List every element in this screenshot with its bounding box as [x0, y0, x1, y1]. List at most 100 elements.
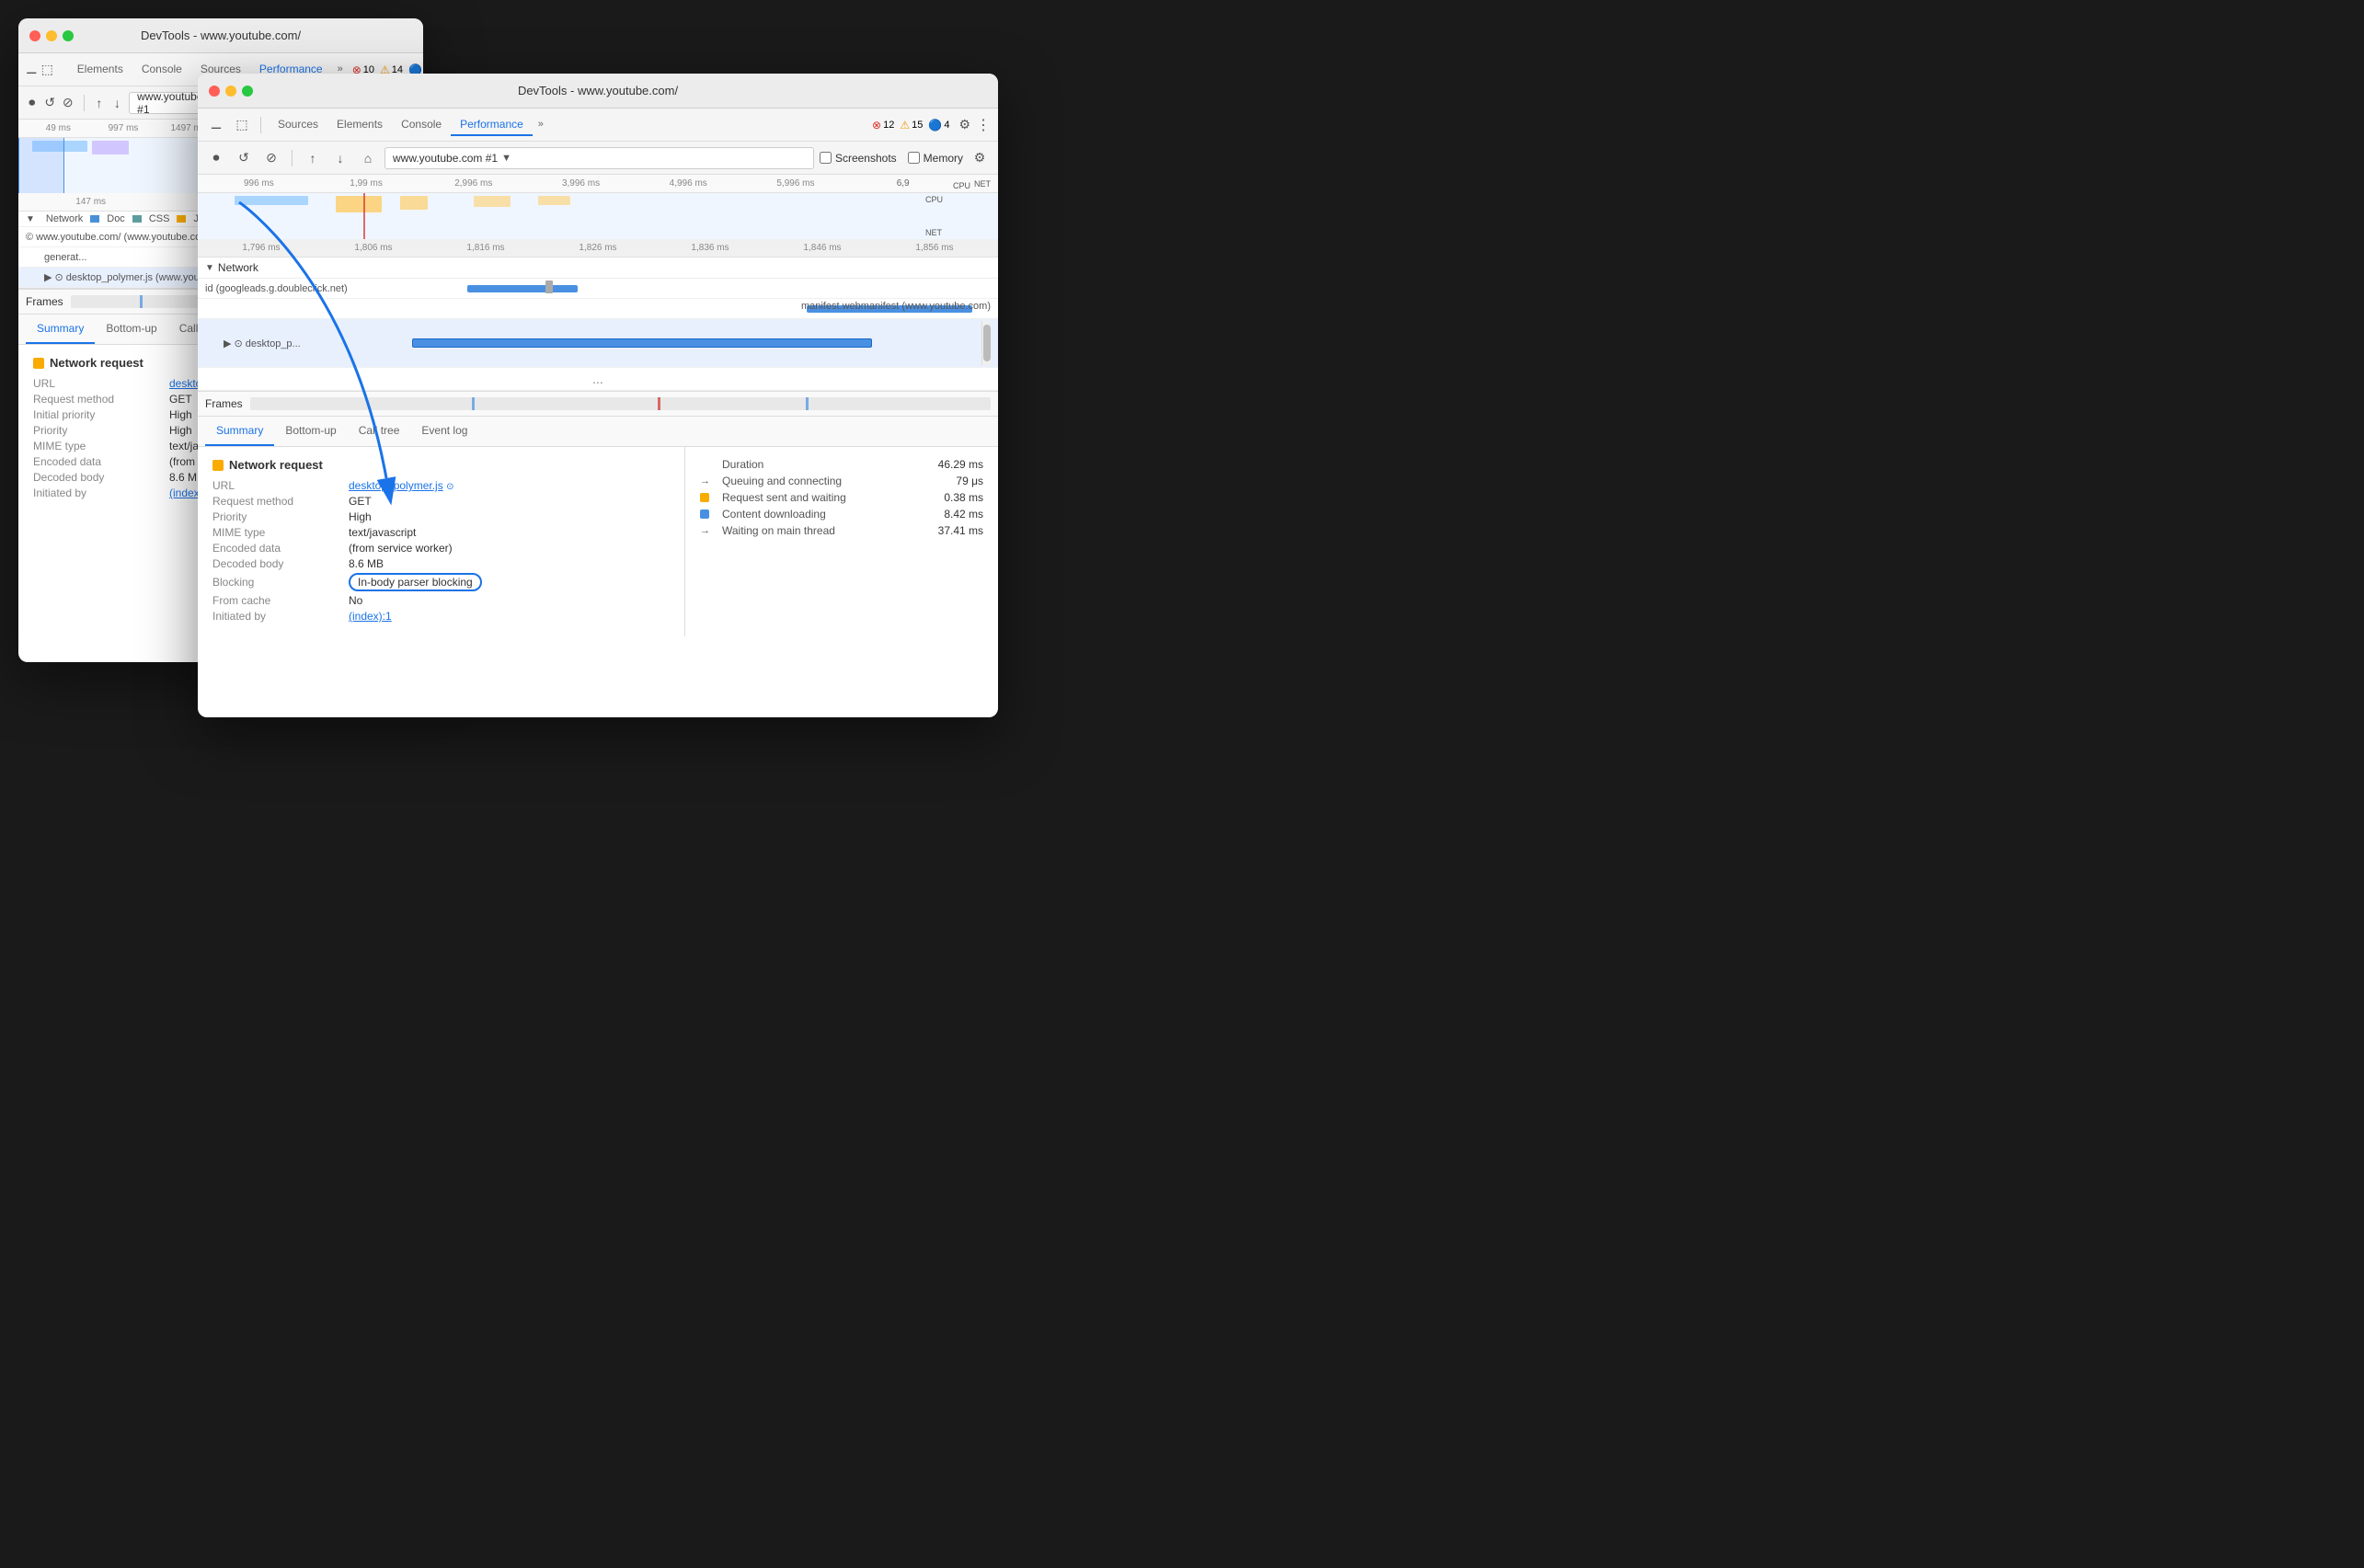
scroll-indicator — [981, 321, 991, 365]
dur-row-content: Content downloading 8.42 ms — [700, 508, 983, 521]
detail-columns: Network request URL desktop_polymer.js ⊙… — [198, 447, 998, 636]
clear-icon-front[interactable]: ⊘ — [260, 147, 282, 169]
detail-url-front: URL desktop_polymer.js ⊙ — [212, 479, 670, 492]
tab-performance-front[interactable]: Performance — [451, 114, 533, 136]
download-icon-front[interactable]: ↓ — [329, 147, 351, 169]
duration-panel-front: Duration 46.29 ms → Queuing and connecti… — [685, 447, 998, 636]
sep3 — [292, 150, 293, 166]
timeline-track-front: CPU NET — [198, 193, 998, 239]
sep2 — [84, 95, 85, 111]
ellipsis-separator: ... — [198, 368, 998, 391]
record-icon[interactable]: ⏺ — [26, 92, 39, 114]
net-bar-area-2: manifest.webmanifest (www.youtube.com) — [463, 303, 991, 315]
devtools-inspect-icon[interactable]: ⚊ — [26, 59, 38, 81]
minimize-button-front[interactable] — [225, 86, 236, 97]
network-section-front: ▼ Network id (googleads.g.doubleclick.ne… — [198, 258, 998, 368]
settings-toolbar-icon-front[interactable]: ⚙ — [969, 147, 991, 169]
download-icon[interactable]: ↓ — [111, 92, 124, 114]
net-bar-area-1 — [463, 282, 991, 295]
tab-bottomup-back[interactable]: Bottom-up — [95, 315, 167, 344]
initiated-link-front[interactable]: (index):1 — [349, 610, 392, 623]
tab-console-front[interactable]: Console — [392, 114, 451, 136]
close-button[interactable] — [29, 30, 40, 41]
tab-eventlog-front[interactable]: Event log — [410, 417, 478, 446]
tab-calltree-front[interactable]: Call tree — [348, 417, 411, 446]
toolbar-url-front: ⏺ ↺ ⊘ ↑ ↓ ⌂ www.youtube.com #1 ▼ Screens… — [198, 142, 998, 175]
detail-decoded-front: Decoded body 8.6 MB — [212, 557, 670, 570]
info-icon-front: 🔵 — [928, 119, 942, 132]
frames-bar-front: Frames — [198, 391, 998, 417]
dur-row-request: Request sent and waiting 0.38 ms — [700, 491, 983, 504]
dur-row-total: Duration 46.29 ms — [700, 458, 983, 471]
network-row-1-front: id (googleads.g.doubleclick.net) — [198, 279, 998, 299]
network-row-3-front: ▶ ⊙ desktop_p... — [198, 319, 998, 368]
home-icon-front[interactable]: ⌂ — [357, 147, 379, 169]
maximize-button-front[interactable] — [242, 86, 253, 97]
detail-blocking-front: Blocking In-body parser blocking — [212, 573, 670, 591]
url-bar-front[interactable]: www.youtube.com #1 ▼ — [384, 147, 814, 169]
window-title-front: DevTools - www.youtube.com/ — [518, 84, 678, 97]
blocking-badge: In-body parser blocking — [349, 573, 482, 591]
record-icon-front[interactable]: ⏺ — [205, 147, 227, 169]
detail-title-front: Network request — [212, 458, 670, 472]
tab-console-back[interactable]: Console — [132, 59, 191, 81]
ext-link-icon-front[interactable]: ⊙ — [446, 482, 453, 492]
sep-front — [260, 117, 261, 133]
toolbar-tabs-front: ⚊ ⬚ Sources Elements Console Performance… — [198, 109, 998, 142]
tab-bar-front: Sources Elements Console Performance » — [269, 114, 549, 136]
error-icon-front: ⊗ — [872, 119, 881, 132]
refresh-icon-front[interactable]: ↺ — [233, 147, 255, 169]
traffic-lights-front — [209, 86, 253, 97]
upload-icon[interactable]: ↑ — [93, 92, 106, 114]
tab-elements-front[interactable]: Elements — [327, 114, 392, 136]
detail-initiated-front: Initiated by (index):1 — [212, 610, 670, 623]
more-icon-front[interactable]: ⋮ — [976, 116, 991, 134]
dur-row-waiting: → Waiting on main thread 37.41 ms — [700, 524, 983, 537]
arrow-icon-waiting: → — [700, 525, 718, 536]
info-badge-front: 🔵 4 — [928, 119, 949, 132]
settings-icon-front[interactable]: ⚙ — [958, 117, 970, 132]
tab-summary-back[interactable]: Summary — [26, 315, 95, 344]
device-mode-icon[interactable]: ⬚ — [41, 59, 53, 81]
screenshots-checkbox-front[interactable]: Screenshots — [820, 152, 897, 165]
checkbox-group-front: Screenshots Memory — [820, 152, 963, 165]
tab-summary-front[interactable]: Summary — [205, 417, 274, 446]
detail-from-cache-front: From cache No — [212, 594, 670, 607]
clear-icon[interactable]: ⊘ — [62, 92, 75, 114]
memory-checkbox-front[interactable]: Memory — [908, 152, 963, 165]
maximize-button[interactable] — [63, 30, 74, 41]
title-bar-back: DevTools - www.youtube.com/ — [18, 18, 423, 53]
badge-group-front: ⊗ 12 ⚠ 15 🔵 4 ⚙ ⋮ — [872, 116, 991, 134]
scroll-thumb[interactable] — [983, 325, 991, 361]
url-link-front[interactable]: desktop_polymer.js — [349, 479, 443, 492]
close-button-front[interactable] — [209, 86, 220, 97]
error-badge-front: ⊗ 12 — [872, 119, 894, 132]
timeline-ruler-front: 996 ms 1,99 ms 2,996 ms 3,996 ms 4,996 m… — [198, 175, 998, 193]
detail-mime-front: MIME type text/javascript — [212, 526, 670, 539]
tab-bottomup-front[interactable]: Bottom-up — [274, 417, 347, 446]
title-bar-front: DevTools - www.youtube.com/ — [198, 74, 998, 109]
arrow-icon-queue: → — [700, 475, 718, 486]
dur-row-queue: → Queuing and connecting 79 μs — [700, 475, 983, 487]
traffic-lights-back — [29, 30, 74, 41]
tab-sources-front[interactable]: Sources — [269, 114, 327, 136]
network-row-2-front: manifest.webmanifest (www.youtube.com) — [198, 299, 998, 319]
tab-elements-back[interactable]: Elements — [68, 59, 132, 81]
devtools-window-front: DevTools - www.youtube.com/ ⚊ ⬚ Sources … — [198, 74, 998, 717]
device-mode-icon-front[interactable]: ⬚ — [231, 114, 253, 136]
upload-icon-front[interactable]: ↑ — [302, 147, 324, 169]
frames-mini-bar-front — [250, 397, 991, 410]
yellow-square-front — [212, 460, 224, 471]
network-header-front: ▼ Network — [198, 258, 998, 279]
url-dropdown-front[interactable]: ▼ — [501, 153, 511, 164]
devtools-inspect-icon-front[interactable]: ⚊ — [205, 114, 227, 136]
minimize-button[interactable] — [46, 30, 57, 41]
yellow-square-back — [33, 358, 44, 369]
refresh-icon[interactable]: ↺ — [44, 92, 57, 114]
detail-panel-left-front: Network request URL desktop_polymer.js ⊙… — [198, 447, 685, 636]
content-color-icon — [700, 509, 709, 519]
summary-tabs-front: Summary Bottom-up Call tree Event log — [198, 417, 998, 447]
tab-more-front[interactable]: » — [533, 115, 549, 135]
detail-encoded-front: Encoded data (from service worker) — [212, 542, 670, 555]
warning-icon-front: ⚠ — [900, 119, 910, 132]
